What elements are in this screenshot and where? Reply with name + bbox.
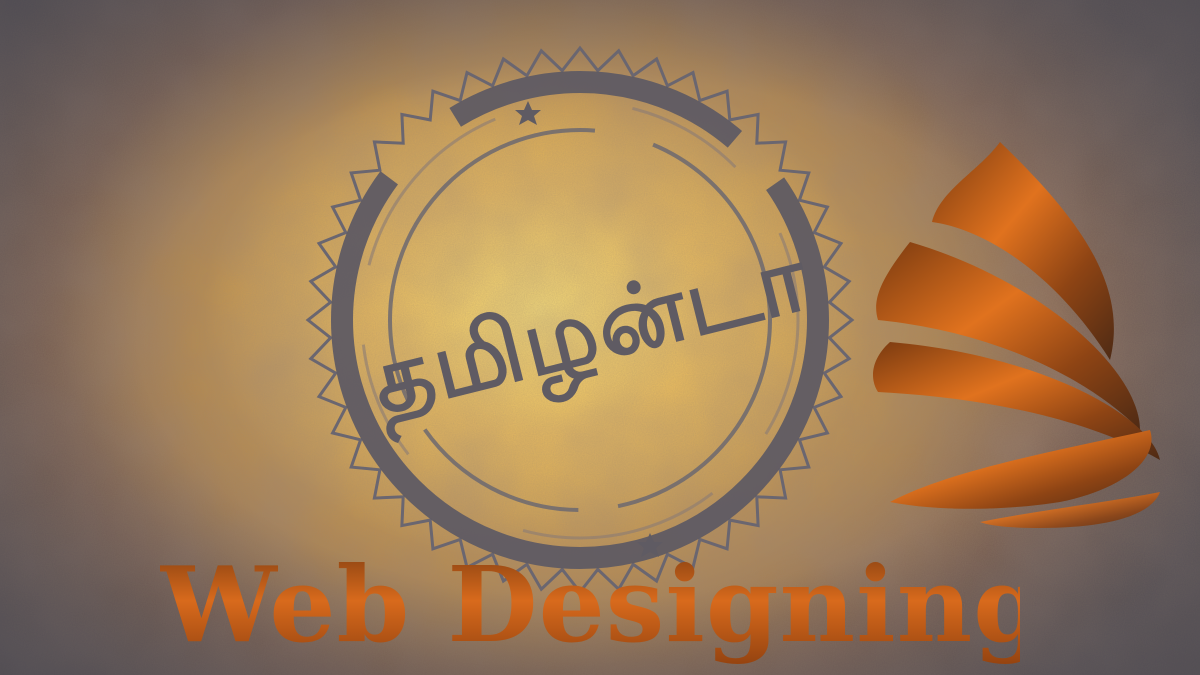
grunge-background: தமிழன்டா Web Designing	[0, 0, 1200, 675]
star-icon	[515, 101, 541, 125]
wing-logo-icon	[873, 142, 1160, 528]
headline-web-designing: Web Designing	[160, 540, 1046, 675]
